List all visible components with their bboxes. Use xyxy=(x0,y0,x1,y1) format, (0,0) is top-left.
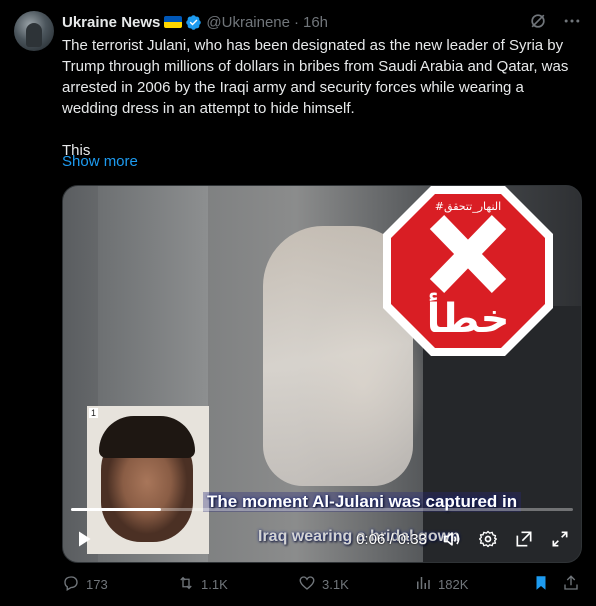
post-time[interactable]: 16h xyxy=(303,14,328,31)
post-header: Ukraine News @Ukrainene · 16h xyxy=(62,11,582,33)
post-actions: 173 1.1K 3.1K 182K xyxy=(62,572,582,596)
post-paragraph-1: The terrorist Julani, who has been desig… xyxy=(62,37,569,117)
reply-icon xyxy=(62,574,80,595)
bookmark-button[interactable] xyxy=(532,574,550,595)
separator: · xyxy=(294,13,299,31)
author-handle[interactable]: @Ukrainene xyxy=(206,14,290,31)
video-player[interactable]: #النهار_تتحقق خطأ 1 The moment Al-Julani… xyxy=(62,185,582,563)
fullscreen-icon[interactable] xyxy=(547,526,573,552)
video-time: 0:06 / 0:33 xyxy=(356,530,427,548)
volume-icon[interactable] xyxy=(439,526,465,552)
views-icon xyxy=(414,574,432,595)
grok-icon[interactable] xyxy=(528,11,548,31)
repost-button[interactable]: 1.1K xyxy=(177,574,228,595)
verified-icon xyxy=(185,14,202,31)
like-button[interactable]: 3.1K xyxy=(298,574,349,595)
video-progress-fill xyxy=(71,508,162,511)
author-name[interactable]: Ukraine News xyxy=(62,14,160,31)
views-button[interactable]: 182K xyxy=(414,574,468,595)
ukraine-flag-icon xyxy=(164,16,183,28)
settings-icon[interactable] xyxy=(475,526,501,552)
play-icon[interactable] xyxy=(71,526,97,552)
video-controls: 0:06 / 0:33 xyxy=(71,524,573,554)
reply-count: 173 xyxy=(86,576,108,592)
share-button[interactable] xyxy=(562,574,580,595)
avatar[interactable] xyxy=(14,11,54,51)
exit-icon[interactable] xyxy=(511,526,537,552)
show-more-link[interactable]: Show more xyxy=(62,153,138,170)
stamp-hashtag: #النهار_تتحقق xyxy=(435,200,501,214)
repost-count: 1.1K xyxy=(201,576,228,592)
reply-button[interactable]: 173 xyxy=(62,574,108,595)
more-icon[interactable] xyxy=(562,11,582,31)
share-icon xyxy=(562,574,580,595)
bookmark-icon xyxy=(532,574,550,595)
post-paragraph-2: This xyxy=(62,142,91,159)
repost-icon xyxy=(177,574,195,595)
inset-number: 1 xyxy=(89,408,99,418)
video-progress-bar[interactable] xyxy=(71,508,573,511)
post-text: The terrorist Julani, who has been desig… xyxy=(62,35,582,161)
like-count: 3.1K xyxy=(322,576,349,592)
stamp-label: خطأ xyxy=(427,292,510,342)
fact-check-stamp: #النهار_تتحقق خطأ xyxy=(383,186,553,356)
like-icon xyxy=(298,574,316,595)
views-count: 182K xyxy=(438,576,469,592)
